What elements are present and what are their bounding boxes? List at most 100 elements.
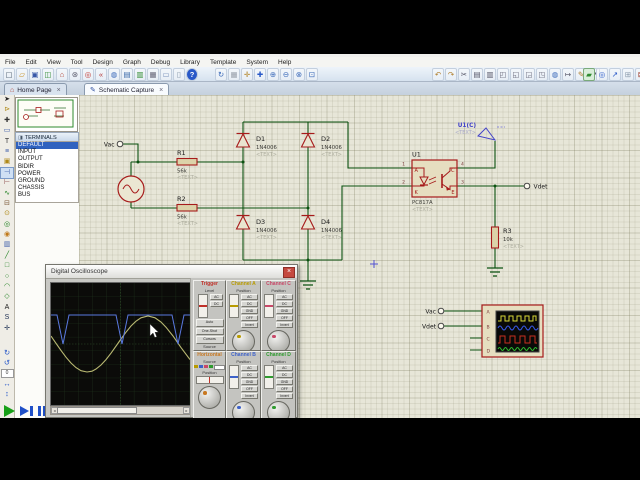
channel-coupling-button[interactable]: Invert [276, 392, 293, 399]
block-copy-icon[interactable]: ◰ [497, 68, 509, 81]
system-settings-icon[interactable]: ⊛ [69, 68, 81, 81]
ac-source[interactable] [117, 175, 145, 203]
channel-coupling-button[interactable]: AC [241, 365, 258, 372]
channel-coupling-button[interactable]: GND [276, 307, 293, 315]
timebase-knob[interactable] [198, 386, 221, 409]
origin-icon[interactable]: ✛ [241, 68, 253, 81]
component-mode-icon[interactable]: ⊳ [1, 105, 13, 115]
terminal-type-item[interactable]: OUTPUT [16, 156, 78, 163]
terminal-type-item[interactable]: INPUT [16, 149, 78, 156]
menu-item[interactable]: View [42, 59, 66, 66]
channel-coupling-button[interactable]: DC [241, 371, 258, 379]
channel-coupling-button[interactable]: DC [276, 300, 293, 308]
resistor-r3[interactable]: R3 10k <TEXT> [490, 226, 524, 250]
block-delete-icon[interactable]: ◳ [536, 68, 548, 81]
find-icon[interactable]: ◍ [108, 68, 120, 81]
trigger-level-slider[interactable] [198, 294, 208, 318]
zoom-out-icon[interactable]: ⊖ [280, 68, 292, 81]
channel-coupling-button[interactable]: Invert [241, 392, 258, 399]
menu-item[interactable]: Graph [118, 59, 146, 66]
junction-dot-mode-icon[interactable]: ✚ [1, 116, 13, 126]
resistor-r1[interactable]: R1 56k <TEXT> [176, 149, 198, 181]
terminal-type-item[interactable]: CHASSIS [16, 185, 78, 192]
find-component-icon[interactable]: ◍ [549, 68, 561, 81]
new-project-icon[interactable]: ▢ [3, 68, 15, 81]
trigger-mode-button[interactable]: Auto [195, 319, 224, 327]
channel-d-position-slider[interactable] [264, 365, 274, 389]
channel-coupling-button[interactable]: AC [241, 294, 258, 301]
remove-sheet-icon[interactable]: ⊠ [635, 68, 640, 81]
undo-icon[interactable]: ↶ [432, 68, 444, 81]
channel-b-gain-knob[interactable] [232, 400, 255, 418]
mirror-horizontal-icon[interactable]: ↔ [1, 379, 13, 389]
library-icon[interactable]: ▤ [121, 68, 133, 81]
horizontal-position-slider[interactable] [195, 376, 224, 384]
trigger-ac-button[interactable]: AC [210, 294, 223, 301]
terminals-mode-icon[interactable]: ⊣ [0, 166, 14, 180]
oscilloscope-hscrollbar[interactable]: ◂ ▸ [50, 406, 191, 415]
trigger-mode-button[interactable]: One-Shot [195, 327, 224, 336]
menu-item[interactable]: Edit [20, 59, 41, 66]
buses-mode-icon[interactable]: ≡ [1, 147, 13, 157]
tape-recorder-mode-icon[interactable]: ⊟ [1, 199, 13, 209]
rotate-clockwise-icon[interactable]: ↻ [1, 348, 13, 358]
optocoupler-u1[interactable]: 1 2 4 3 A K C E U1 PC817A <TEXT> [402, 151, 464, 214]
paste-icon[interactable]: ▥ [484, 68, 496, 81]
selection-mode-icon[interactable]: ➤ [1, 95, 13, 105]
channel-coupling-button[interactable]: OFF [276, 385, 293, 393]
simulation-step-button[interactable] [20, 406, 33, 416]
2d-circle-mode-icon[interactable]: ○ [1, 272, 13, 282]
channel-c-position-slider[interactable] [264, 294, 274, 318]
open-project-icon[interactable]: ▱ [16, 68, 28, 81]
2d-symbol-mode-icon[interactable]: S [1, 313, 13, 323]
channel-coupling-button[interactable]: Invert [241, 321, 258, 328]
channel-a-gain-knob[interactable] [232, 329, 255, 350]
voltage-probe-mode-icon[interactable]: ◎ [1, 220, 13, 230]
generator-mode-icon[interactable]: ⊙ [1, 209, 13, 219]
channel-coupling-button[interactable]: AC [276, 365, 293, 372]
goto-icon[interactable]: ↦ [562, 68, 574, 81]
search-select-icon[interactable]: ◎ [596, 68, 608, 81]
channel-coupling-button[interactable]: AC [276, 294, 293, 301]
terminal-type-item[interactable]: GROUND [16, 178, 78, 185]
oscilloscope-titlebar[interactable]: Digital Oscilloscope [46, 265, 297, 279]
virtual-instruments-mode-icon[interactable]: ▥ [1, 240, 13, 250]
channel-coupling-button[interactable]: DC [276, 371, 293, 379]
new-sheet-icon[interactable]: ⊞ [622, 68, 634, 81]
save-project-icon[interactable]: ▣ [29, 68, 41, 81]
cross-probe-icon[interactable]: ↗ [609, 68, 621, 81]
zoom-in-icon[interactable]: ⊕ [267, 68, 279, 81]
terminal-u1c[interactable]: U1(C) <TEXT> [455, 123, 505, 141]
trigger-mode-button[interactable]: Cursors [195, 336, 224, 344]
highlight-net-icon[interactable]: ▰ [583, 68, 595, 81]
block-move-icon[interactable]: ◱ [510, 68, 522, 81]
channel-coupling-button[interactable]: OFF [241, 385, 258, 393]
resistor-r2[interactable]: R2 56k <TEXT> [176, 195, 198, 227]
terminal-type-item[interactable]: DEFAULT [16, 142, 78, 150]
rotation-angle-field[interactable]: 0 [0, 369, 14, 378]
2d-marker-mode-icon[interactable]: ✛ [1, 324, 13, 334]
graph-mode-icon[interactable]: ∿ [1, 189, 13, 199]
channel-coupling-button[interactable]: OFF [241, 314, 258, 322]
oscilloscope-close-button[interactable]: × [283, 267, 295, 278]
device-pins-mode-icon[interactable]: ⊢ [1, 178, 13, 188]
wire-label-mode-icon[interactable]: ▭ [1, 126, 13, 136]
channel-coupling-button[interactable]: Invert [276, 321, 293, 328]
2d-line-mode-icon[interactable]: ╱ [1, 251, 13, 261]
2d-text-mode-icon[interactable]: A [1, 303, 13, 313]
scrollbar-thumb[interactable] [57, 407, 137, 414]
terminal-vdet[interactable]: Vdet [523, 182, 548, 191]
menu-item[interactable]: Tool [66, 59, 88, 66]
channel-coupling-button[interactable]: GND [276, 378, 293, 386]
menu-item[interactable]: Debug [146, 59, 175, 66]
panel-pin-icon[interactable]: ◨ [16, 135, 25, 141]
page-icon[interactable]: ▯ [173, 68, 185, 81]
2d-arc-mode-icon[interactable]: ◠ [1, 282, 13, 292]
rotate-anticlockwise-icon[interactable]: ↺ [1, 358, 13, 368]
terminal-type-item[interactable]: BIDIR [16, 164, 78, 171]
oscilloscope-component[interactable]: Vac Vdet A B C D [422, 304, 544, 358]
menu-item[interactable]: Help [273, 59, 296, 66]
grid-toggle-icon[interactable]: ▦ [228, 68, 240, 81]
block-rotate-icon[interactable]: ◲ [523, 68, 535, 81]
cut-icon[interactable]: ✂ [458, 68, 470, 81]
